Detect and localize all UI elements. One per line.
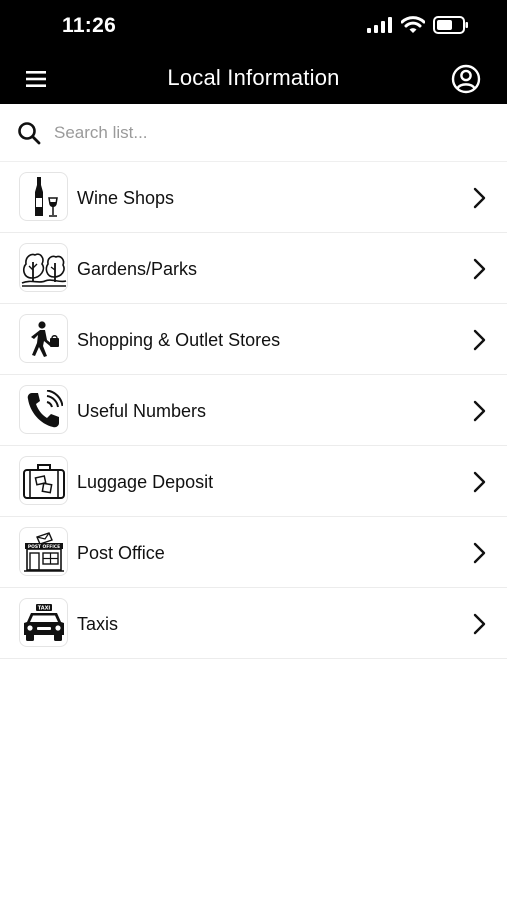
- list-item-label: Luggage Deposit: [77, 472, 214, 492]
- list-item-label: Post Office: [77, 543, 165, 563]
- list-item-shopping-outlet-stores[interactable]: Shopping & Outlet Stores: [0, 304, 507, 375]
- taxi-sign-text: TAXI: [37, 605, 50, 611]
- signal-icon: [367, 17, 392, 33]
- trees-icon: [19, 243, 68, 292]
- list-item-gardens-parks[interactable]: Gardens/Parks: [0, 233, 507, 304]
- list-item-taxis[interactable]: TAXI Taxis: [0, 588, 507, 659]
- list-item-label: Useful Numbers: [77, 401, 207, 421]
- list-item-label: Gardens/Parks: [77, 259, 198, 279]
- status-icons: [367, 16, 469, 34]
- chevron-right-icon: [473, 613, 486, 635]
- list-item-label: Shopping & Outlet Stores: [77, 330, 281, 350]
- search-bar: [0, 104, 507, 162]
- status-bar: 11:26: [0, 0, 507, 54]
- suitcase-icon: [19, 456, 68, 505]
- category-list: Wine Shops Gardens/Parks Shopping & Outl…: [0, 162, 507, 659]
- list-item-useful-numbers[interactable]: Useful Numbers: [0, 375, 507, 446]
- wifi-icon: [401, 16, 425, 33]
- list-item-luggage-deposit[interactable]: Luggage Deposit: [0, 446, 507, 517]
- profile-icon[interactable]: [451, 64, 481, 94]
- nav-bar: Local Information: [0, 54, 507, 104]
- list-item-label: Taxis: [77, 614, 119, 634]
- status-time: 11:26: [62, 14, 117, 37]
- chevron-right-icon: [473, 471, 486, 493]
- chevron-right-icon: [473, 187, 486, 209]
- post-office-icon: POST OFFICE: [19, 527, 68, 576]
- list-item-wine-shops[interactable]: Wine Shops: [0, 162, 507, 233]
- wine-icon: [19, 172, 68, 221]
- list-item-post-office[interactable]: POST OFFICE Post Office: [0, 517, 507, 588]
- taxi-icon: TAXI: [19, 598, 68, 647]
- search-icon: [18, 122, 41, 145]
- chevron-right-icon: [473, 329, 486, 351]
- search-input[interactable]: [54, 118, 474, 148]
- chevron-right-icon: [473, 542, 486, 564]
- chevron-right-icon: [473, 258, 486, 280]
- list-item-label: Wine Shops: [77, 188, 175, 208]
- phone-icon: [19, 385, 68, 434]
- page-title: Local Information: [167, 65, 340, 90]
- battery-icon: [433, 16, 468, 34]
- shopper-icon: [19, 314, 68, 363]
- chevron-right-icon: [473, 400, 486, 422]
